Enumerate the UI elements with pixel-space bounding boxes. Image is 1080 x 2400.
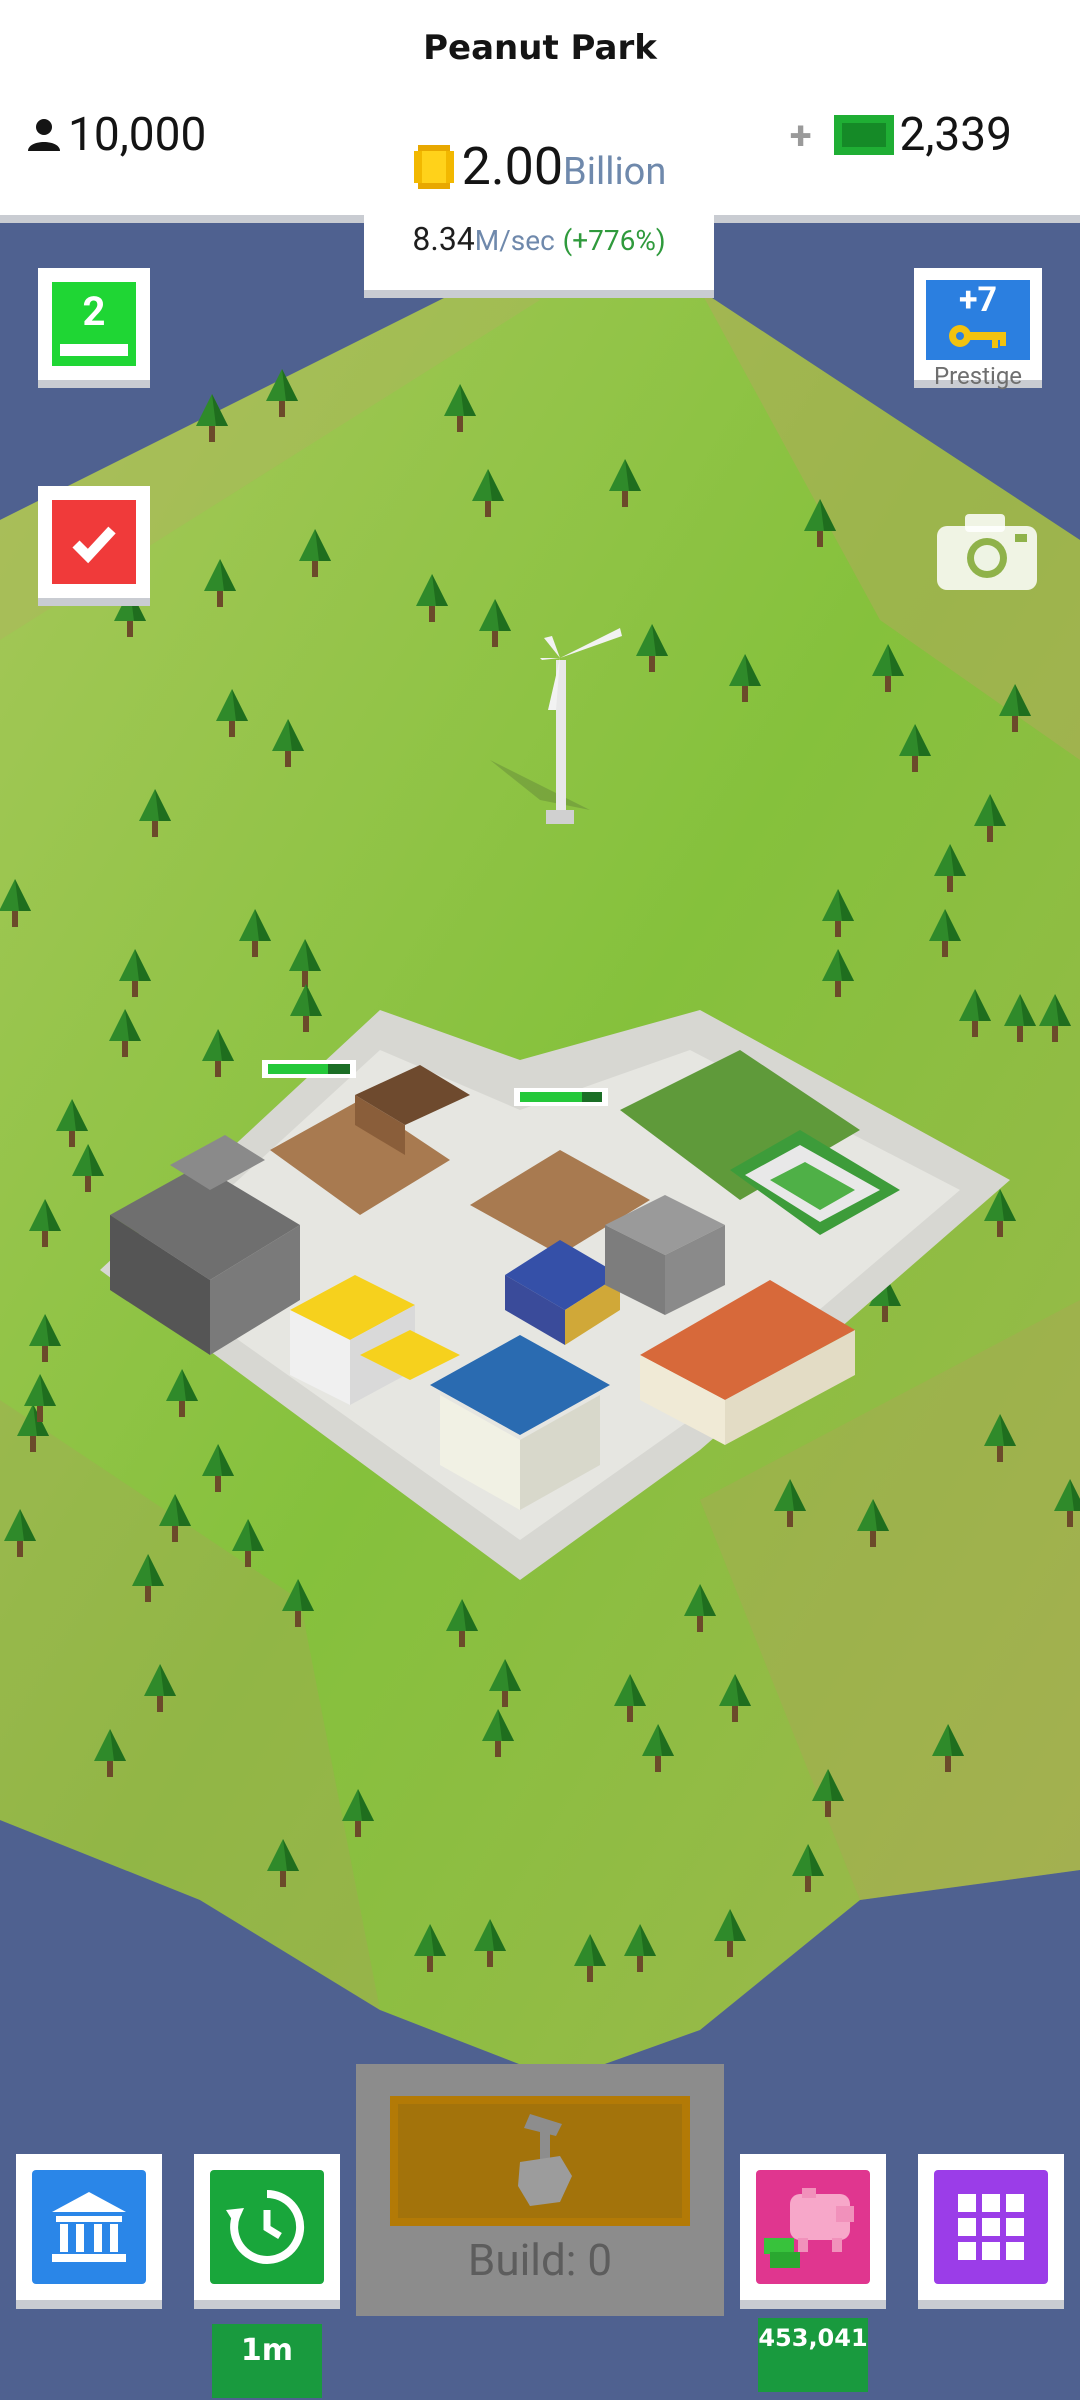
bank-button[interactable] (16, 2154, 162, 2309)
population-value: 10,000 (68, 108, 207, 162)
cash-value: 2,339 (899, 108, 1012, 162)
tasks-tile (52, 500, 136, 584)
clock-refresh-icon (226, 2189, 305, 2264)
bank-icon (52, 2192, 126, 2262)
add-cash-plus[interactable]: + (790, 112, 812, 159)
piggy-bank-button[interactable] (740, 2154, 886, 2309)
income-percent: (+776%) (562, 224, 666, 257)
level-progress-bar (60, 344, 128, 356)
bank-tile (32, 2170, 146, 2284)
money-panel: 2.00 Billion 8.34M/sec (+776%) (364, 120, 714, 298)
camera-icon[interactable] (935, 508, 1039, 592)
income-rate: 8.34M/sec (+776%) (364, 220, 714, 258)
prestige-count: +7 (958, 280, 998, 320)
level-tile: 2 (52, 282, 136, 366)
cash-counter[interactable]: + 2,339 (790, 105, 1012, 165)
income-value: 8.34 (412, 220, 475, 258)
piggy-bank-icon (764, 2188, 854, 2268)
population-counter: 10,000 (26, 105, 206, 165)
timer-button[interactable] (194, 2154, 340, 2309)
key-icon (949, 325, 1006, 348)
income-unit: M/sec (474, 224, 555, 257)
checkmark-icon (72, 526, 116, 564)
prestige-label: Prestige (933, 362, 1023, 390)
park-name[interactable]: Peanut Park (0, 28, 1080, 68)
piggy-badge: 453,041 (758, 2318, 868, 2392)
level-button[interactable]: 2 (38, 268, 150, 388)
money-value: 2.00 (461, 136, 564, 197)
build-button[interactable]: Build: 0 (356, 2064, 724, 2316)
tasks-button[interactable] (38, 486, 150, 606)
coin-icon (413, 144, 454, 189)
timer-tile (210, 2170, 324, 2284)
prestige-tile: +7 (926, 280, 1030, 360)
timer-badge: 1m (212, 2324, 322, 2398)
grid-tile (934, 2170, 1048, 2284)
cash-bill-icon (833, 115, 894, 155)
person-icon (28, 119, 60, 151)
grid-menu-icon (958, 2194, 1024, 2260)
money-unit: Billion (563, 149, 667, 194)
prestige-button[interactable]: +7 Prestige (914, 268, 1042, 390)
level-value: 2 (82, 288, 106, 335)
build-label: Build: 0 (467, 2234, 613, 2286)
build-frame (390, 2096, 690, 2226)
hammer-hand-icon (518, 2114, 572, 2206)
grid-menu-button[interactable] (918, 2154, 1064, 2309)
piggy-tile (756, 2170, 870, 2284)
